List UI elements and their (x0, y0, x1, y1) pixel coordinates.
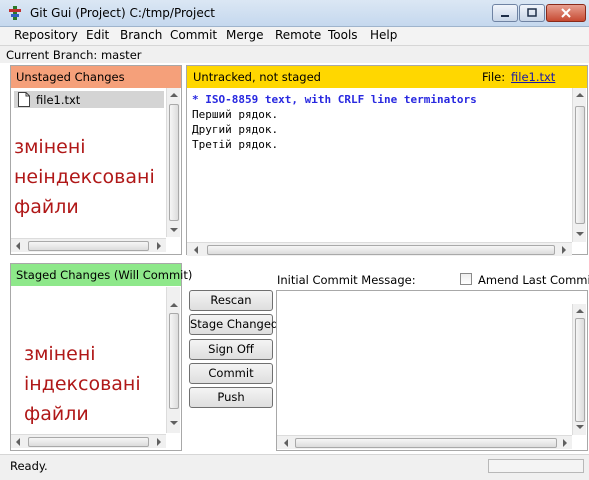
staged-vscrollbar[interactable] (166, 287, 180, 433)
scroll-up-arrow[interactable] (170, 93, 178, 97)
sign-off-button[interactable]: Sign Off (189, 339, 273, 360)
scroll-left-arrow[interactable] (16, 438, 20, 446)
scroll-up-arrow[interactable] (576, 309, 584, 313)
diff-line: Перший рядок. (192, 108, 279, 121)
scroll-down-arrow[interactable] (576, 425, 584, 429)
unstaged-annotation-line: неіндексовані (14, 166, 155, 188)
rescan-button[interactable]: Rescan (189, 290, 273, 311)
amend-checkbox[interactable] (460, 273, 472, 285)
minimize-button[interactable] (492, 4, 518, 22)
unstaged-header: Unstaged Changes (11, 66, 181, 88)
diff-vscrollbar[interactable] (572, 88, 586, 242)
diff-status-label: Untracked, not staged (193, 70, 321, 84)
diff-file-link[interactable]: file1.txt (511, 70, 555, 84)
unstaged-hscrollbar[interactable] (11, 238, 166, 252)
menu-branch[interactable]: Branch (120, 28, 162, 42)
current-branch-line: Current Branch: master (0, 45, 589, 63)
menu-bar: Repository Edit Branch Commit Merge Remo… (0, 27, 589, 45)
menu-help[interactable]: Help (370, 28, 397, 42)
diff-line: Третій рядок. (192, 138, 279, 151)
staged-annotation-line: файли (24, 403, 89, 425)
scroll-left-arrow[interactable] (16, 242, 20, 250)
staged-annotation: змінені індексовані файли (24, 339, 141, 429)
scroll-thumb[interactable] (28, 437, 149, 447)
scroll-down-arrow[interactable] (170, 228, 178, 232)
menu-edit[interactable]: Edit (86, 28, 109, 42)
unstaged-annotation: змінені неіндексовані файли (14, 132, 155, 222)
title-bar: Git Gui (Project) C:/tmp/Project (0, 0, 589, 27)
scroll-thumb[interactable] (169, 104, 179, 221)
scroll-thumb[interactable] (169, 313, 179, 409)
close-icon (561, 8, 571, 18)
scroll-up-arrow[interactable] (576, 93, 584, 97)
git-app-icon (9, 6, 21, 20)
staged-annotation-line: індексовані (24, 373, 141, 395)
close-button[interactable] (546, 4, 586, 22)
scroll-right-arrow[interactable] (562, 246, 566, 254)
scroll-thumb[interactable] (575, 106, 585, 224)
menu-tools[interactable]: Tools (328, 28, 358, 42)
unstaged-header-label: Unstaged Changes (16, 70, 125, 84)
commit-message-label: Initial Commit Message: (277, 273, 416, 287)
unstaged-file-name[interactable]: file1.txt (36, 93, 80, 107)
commit-vscrollbar[interactable] (572, 304, 586, 435)
unstaged-annotation-line: файли (14, 196, 79, 218)
menu-commit[interactable]: Commit (170, 28, 217, 42)
unstaged-vscrollbar[interactable] (166, 88, 180, 237)
scroll-down-arrow[interactable] (170, 421, 178, 425)
file-icon (18, 92, 30, 107)
diff-header: Untracked, not staged File: file1.txt (187, 66, 587, 88)
scroll-right-arrow[interactable] (563, 439, 567, 447)
current-branch-label: Current Branch: master (6, 48, 142, 62)
stage-changed-button[interactable]: Stage Changed (189, 314, 278, 335)
diff-file-label: File: (482, 70, 506, 84)
unstaged-annotation-line: змінені (14, 136, 86, 158)
scroll-right-arrow[interactable] (157, 438, 161, 446)
scroll-thumb[interactable] (207, 245, 555, 255)
staged-header-label: Staged Changes (Will Commit) (16, 268, 193, 282)
scroll-up-arrow[interactable] (170, 303, 178, 307)
status-bar: Ready. (0, 454, 589, 480)
scroll-thumb[interactable] (28, 241, 149, 251)
amend-label: Amend Last Commit (478, 273, 589, 287)
menu-remote[interactable]: Remote (275, 28, 321, 42)
scroll-thumb[interactable] (295, 438, 557, 448)
maximize-icon (527, 8, 537, 17)
scroll-left-arrow[interactable] (194, 246, 198, 254)
staged-hscrollbar[interactable] (11, 434, 166, 448)
menu-repository[interactable]: Repository (14, 28, 78, 42)
commit-button[interactable]: Commit (189, 363, 273, 384)
commit-message-input[interactable] (276, 290, 588, 451)
diff-line: Другий рядок. (192, 123, 279, 136)
progress-box (488, 459, 584, 473)
status-text: Ready. (10, 459, 48, 473)
diff-hscrollbar[interactable] (187, 242, 572, 256)
diff-line-header: * ISO-8859 text, with CRLF line terminat… (192, 93, 477, 106)
window-title: Git Gui (Project) C:/tmp/Project (30, 6, 216, 20)
staged-annotation-line: змінені (24, 343, 96, 365)
staged-header: Staged Changes (Will Commit) (11, 264, 192, 286)
scroll-right-arrow[interactable] (157, 242, 161, 250)
scroll-left-arrow[interactable] (284, 439, 288, 447)
menu-merge[interactable]: Merge (226, 28, 263, 42)
maximize-button[interactable] (519, 4, 545, 22)
push-button[interactable]: Push (189, 387, 273, 408)
scroll-down-arrow[interactable] (576, 232, 584, 236)
scroll-thumb[interactable] (575, 318, 585, 422)
minimize-icon (501, 15, 509, 17)
commit-hscrollbar[interactable] (277, 435, 572, 449)
